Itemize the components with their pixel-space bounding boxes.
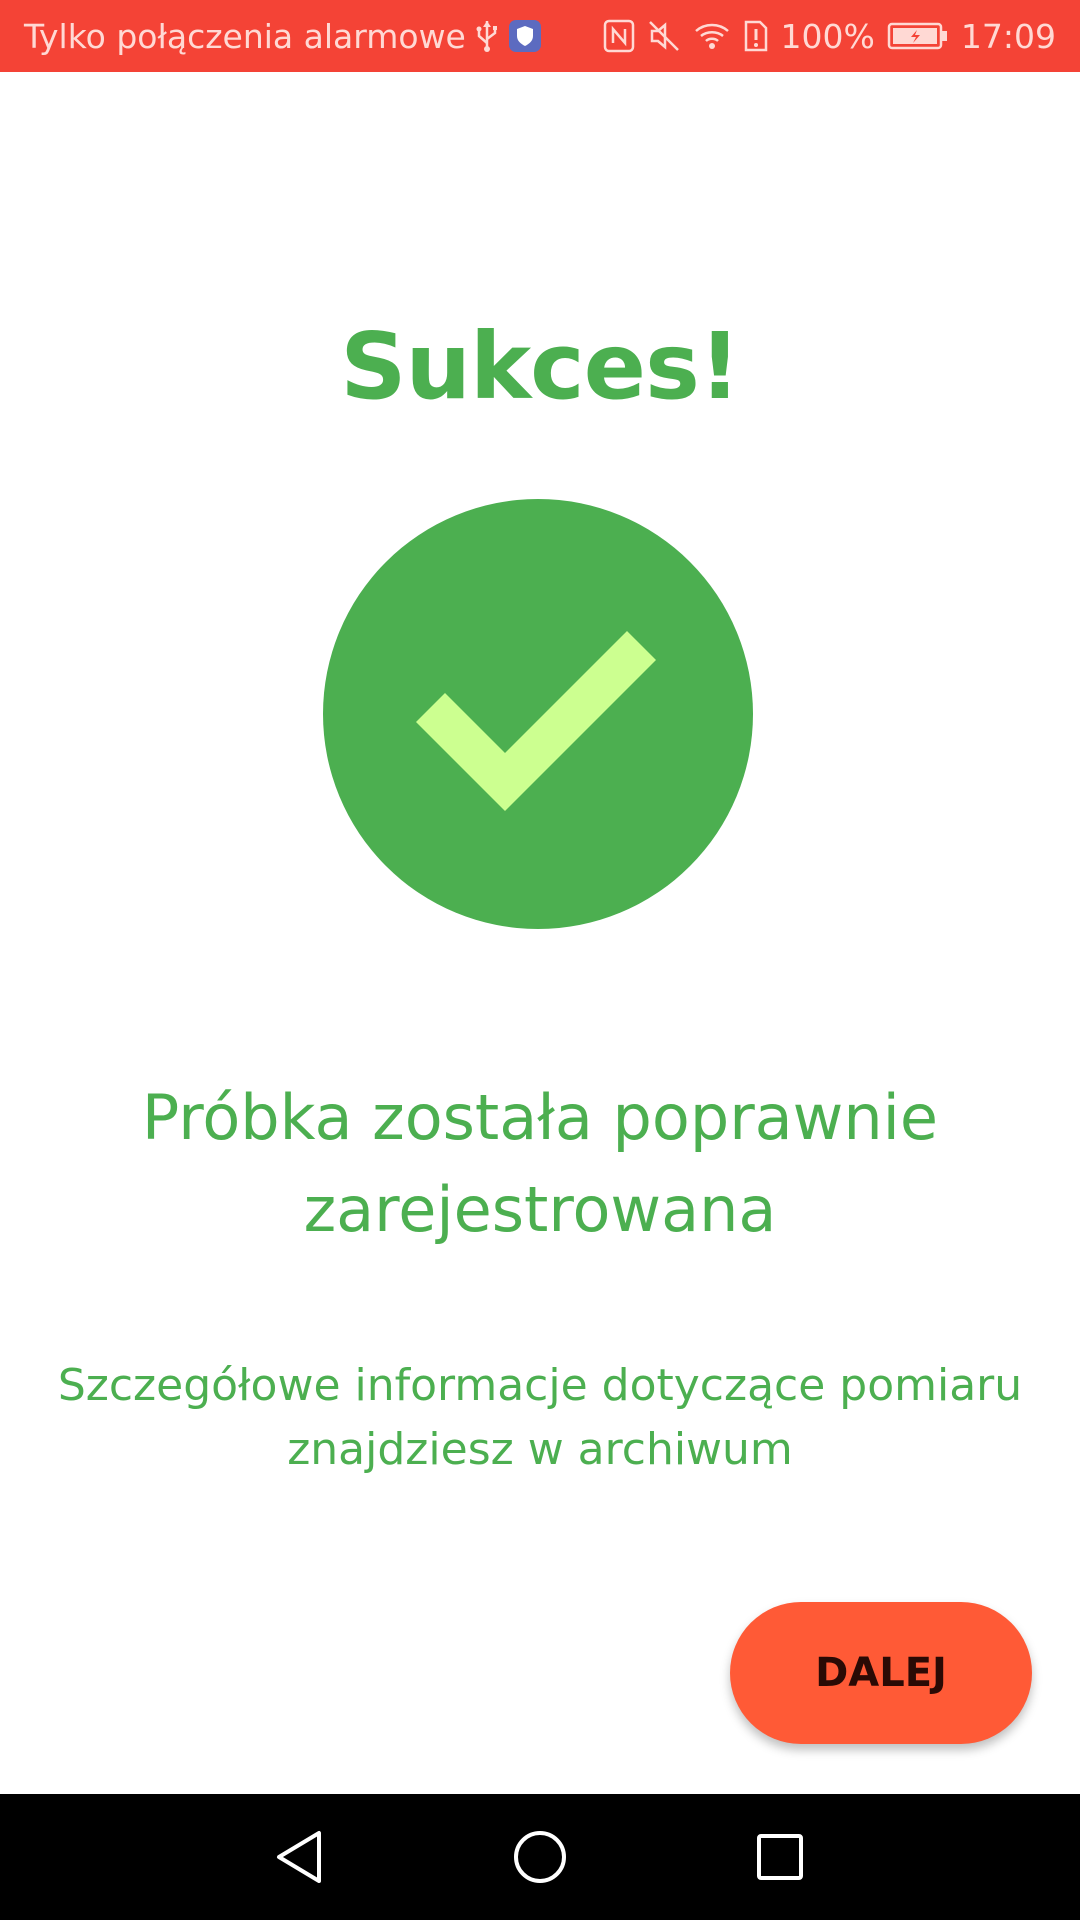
nfc-icon xyxy=(603,19,635,53)
home-icon[interactable] xyxy=(506,1823,574,1891)
details-text: Szczegółowe informacje dotyczące pomiaru… xyxy=(57,1360,1023,1475)
success-message: Próbka została poprawnie zarejestrowana xyxy=(141,1081,939,1246)
clock: 17:09 xyxy=(960,16,1056,56)
navigation-bar xyxy=(0,1794,1080,1920)
success-check-icon xyxy=(323,499,753,929)
next-button[interactable]: DALEJ xyxy=(730,1602,1032,1744)
battery-charging-icon xyxy=(887,21,949,51)
wifi-icon xyxy=(693,19,731,53)
sim-alert-icon xyxy=(743,19,769,53)
shield-icon xyxy=(508,19,542,53)
back-icon[interactable] xyxy=(265,1823,333,1891)
carrier-text: Tylko połączenia alarmowe xyxy=(24,16,466,56)
mute-icon xyxy=(647,19,681,53)
status-left: Tylko połączenia alarmowe xyxy=(24,17,542,56)
recents-icon[interactable] xyxy=(746,1823,814,1891)
usb-icon xyxy=(476,19,498,53)
status-right: 100% 17:09 xyxy=(603,17,1056,56)
battery-percent: 100% xyxy=(780,16,875,56)
page-title: Sukces! xyxy=(340,313,741,420)
success-screen: Sukces! Próbka została poprawnie zarejes… xyxy=(0,72,1080,1794)
status-bar: Tylko połączenia alarmowe 100% 17:09 xyxy=(0,0,1080,72)
